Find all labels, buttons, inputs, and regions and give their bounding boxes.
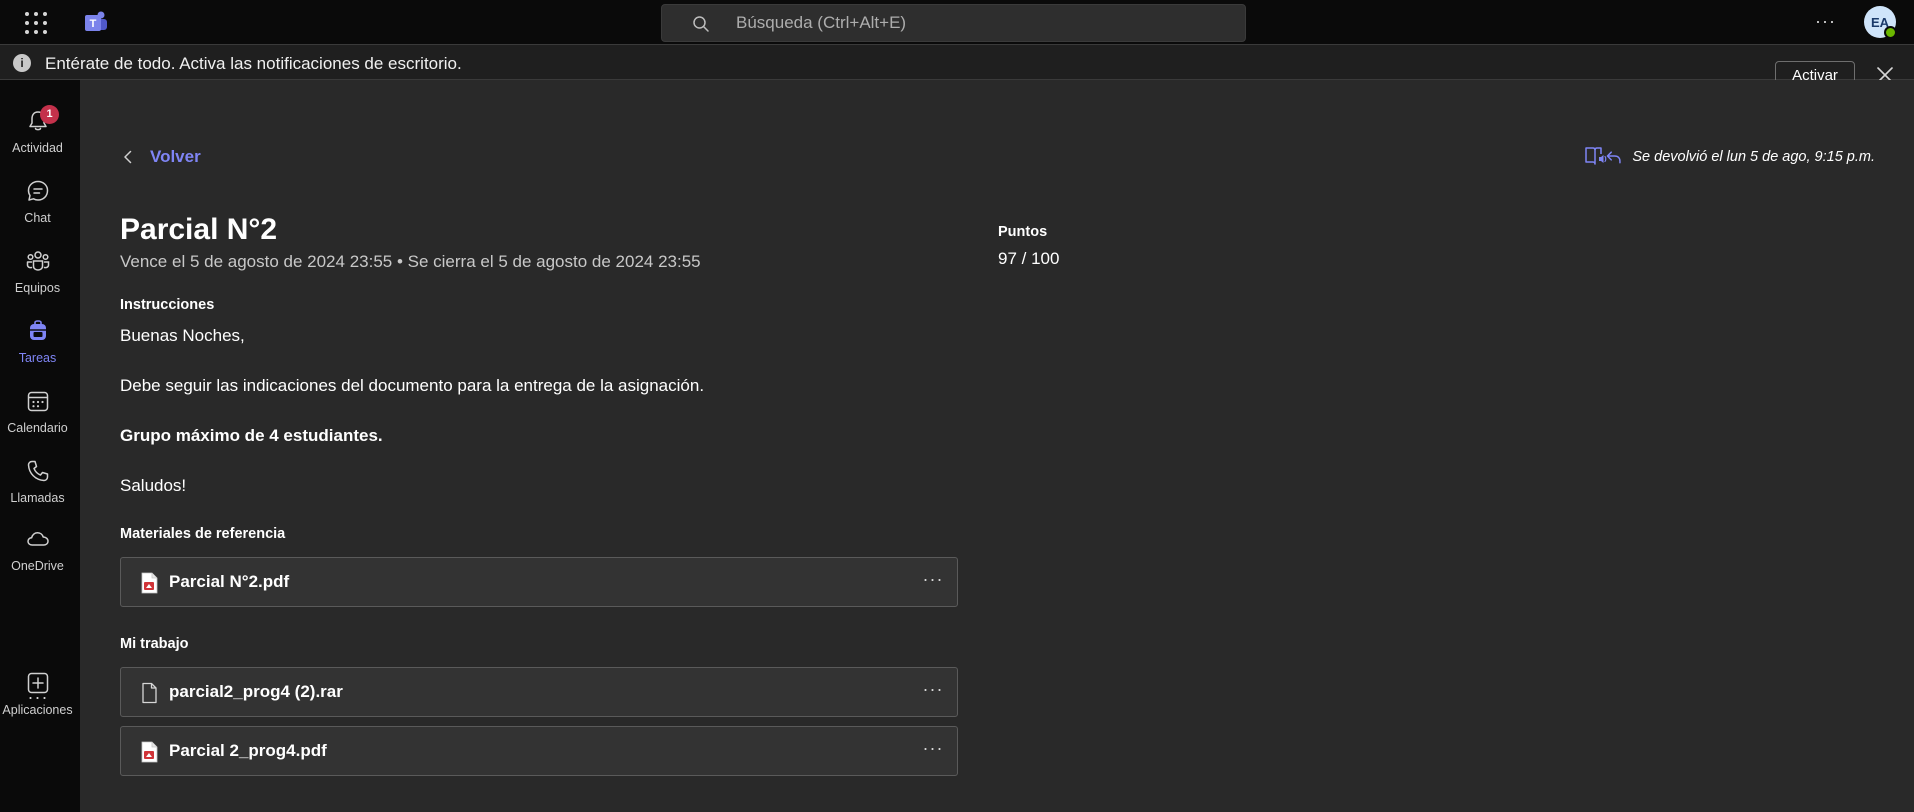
reference-materials-heading: Materiales de referencia [120, 526, 286, 542]
app-launcher-icon[interactable] [25, 12, 47, 34]
reply-arrow-icon [1606, 151, 1621, 164]
assignment-title: Parcial N°2 [120, 213, 278, 246]
returned-status: Se devolvió el lun 5 de ago, 9:15 p.m. [1605, 146, 1875, 168]
instructions-heading: Instrucciones [120, 297, 215, 313]
rail-item-calendar[interactable]: Calendario [0, 388, 75, 450]
my-work-heading: Mi trabajo [120, 636, 189, 652]
backpack-icon [30, 320, 46, 340]
pdf-file-icon [141, 572, 158, 594]
rail-item-apps[interactable]: Aplicaciones [0, 670, 75, 732]
svg-text:T: T [90, 18, 97, 30]
info-icon: i [13, 54, 31, 72]
file-name: Parcial 2_prog4.pdf [169, 741, 327, 760]
calendar-icon [27, 391, 49, 412]
more-options-icon[interactable]: ··· [1815, 10, 1841, 34]
teams-window: T ··· EA i Entérate de todo. Activa las … [0, 0, 1914, 812]
rail-item-label: Actividad [12, 141, 63, 155]
reference-file-card[interactable]: Parcial N°2.pdf ··· [120, 557, 958, 607]
back-label: Volver [150, 147, 201, 166]
rail-item-calls[interactable]: Llamadas [0, 458, 75, 520]
rail-item-label: Equipos [14, 281, 61, 295]
chat-icon [27, 180, 49, 201]
back-button[interactable]: Volver [120, 145, 201, 169]
due-date-text: Vence el 5 de agosto de 2024 23:55 • Se … [120, 252, 701, 271]
rail-item-label: Tareas [18, 351, 57, 365]
teams-icon [26, 251, 50, 271]
phone-icon [27, 460, 49, 482]
rail-item-label: Calendario [7, 421, 68, 435]
rail-item-label: Chat [24, 211, 51, 225]
app-rail: Actividad Chat Equipos Tareas Calendario… [0, 80, 80, 812]
rail-item-teams[interactable]: Equipos [0, 248, 75, 310]
rail-item-assignments[interactable]: Tareas [0, 318, 75, 380]
teams-logo-icon: T [85, 11, 107, 31]
file-name: parcial2_prog4 (2).rar [169, 682, 343, 701]
rail-item-onedrive[interactable]: OneDrive [0, 526, 75, 588]
points-value: 97 / 100 [998, 249, 1060, 268]
file-more-options-icon[interactable]: ··· [921, 570, 945, 594]
instruction-line: Debe seguir las indicaciones del documen… [120, 376, 705, 395]
cloud-icon [27, 532, 49, 546]
rail-item-activity[interactable]: Actividad [0, 108, 75, 170]
work-file-card[interactable]: parcial2_prog4 (2).rar ··· [120, 667, 958, 717]
search-input[interactable] [736, 5, 1226, 41]
add-app-icon [27, 672, 49, 694]
file-name: Parcial N°2.pdf [169, 572, 290, 591]
rail-item-chat[interactable]: Chat [0, 178, 75, 240]
search-box[interactable] [661, 4, 1246, 42]
top-bar: T ··· EA [0, 0, 1914, 44]
instruction-line: Buenas Noches, [120, 326, 245, 345]
activity-count-badge: 1 [40, 105, 59, 124]
rail-item-label: Aplicaciones [2, 703, 73, 717]
notification-text: Entérate de todo. Activa las notificacio… [45, 54, 462, 73]
notification-bar: i Entérate de todo. Activa las notificac… [0, 44, 1914, 80]
instruction-line: Saludos! [120, 476, 187, 495]
rail-item-label: OneDrive [11, 559, 64, 573]
file-more-options-icon[interactable]: ··· [921, 739, 945, 763]
pdf-file-icon [141, 741, 158, 763]
file-more-options-icon[interactable]: ··· [921, 680, 945, 704]
instruction-line: Grupo máximo de 4 estudiantes. [120, 426, 383, 445]
returned-timestamp: Se devolvió el lun 5 de ago, 9:15 p.m. [1632, 149, 1875, 165]
file-icon [142, 682, 157, 704]
rail-item-label: Llamadas [10, 491, 65, 505]
points-heading: Puntos [998, 224, 1048, 240]
search-icon [693, 16, 709, 32]
presence-available-icon [1884, 26, 1897, 39]
work-file-card[interactable]: Parcial 2_prog4.pdf ··· [120, 726, 958, 776]
chevron-left-icon [124, 150, 132, 164]
